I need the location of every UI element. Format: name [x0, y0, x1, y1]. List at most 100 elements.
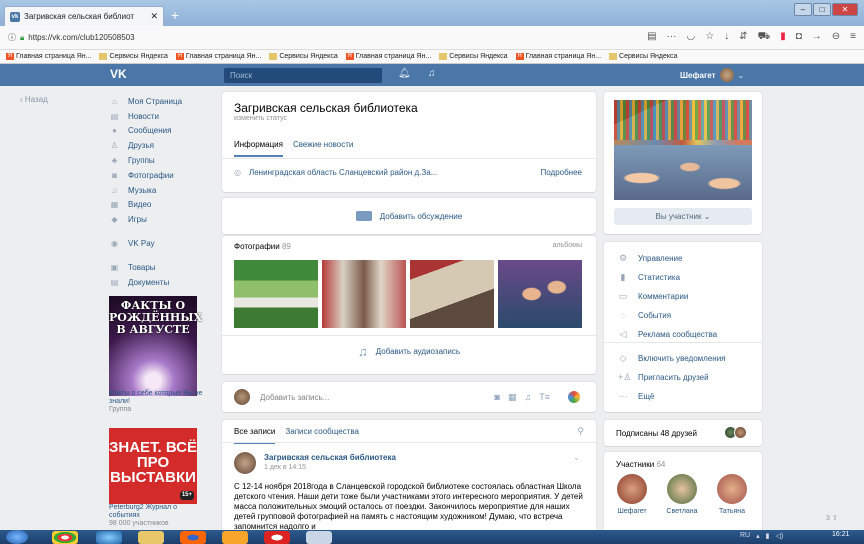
sidebar-item-3[interactable]: ♙ Друзья: [110, 138, 220, 153]
scroll-to-top[interactable]: 3 ⇧: [826, 514, 838, 522]
action-item-2[interactable]: ··· Ещё: [618, 391, 655, 401]
sidebar-item-8[interactable]: ◆ Игры: [110, 212, 220, 227]
video-icon[interactable]: ▦: [508, 392, 517, 403]
member-item[interactable]: Татьяна: [710, 474, 754, 515]
text-format-icon[interactable]: T≡: [539, 392, 550, 403]
post-input[interactable]: Добавить запись...: [260, 393, 329, 402]
app-taskbar-icon[interactable]: [222, 531, 248, 544]
sidebar-item-extra-0[interactable]: ▣ Товары: [110, 260, 220, 275]
camera-icon[interactable]: ◙: [495, 392, 500, 403]
ie-taskbar-icon[interactable]: [96, 531, 122, 544]
explorer-taskbar-icon[interactable]: [138, 531, 164, 544]
sidebar-item-2[interactable]: ● Сообщения: [110, 124, 220, 139]
bookmark-item[interactable]: Я Главная страница Ян...: [6, 53, 91, 60]
photo-thumb[interactable]: [322, 260, 406, 328]
tray-arrow-icon[interactable]: ▴: [756, 532, 760, 540]
vk-logo[interactable]: VK: [110, 67, 127, 81]
search-input[interactable]: Поиск: [224, 68, 382, 83]
ad-image-exhibitions[interactable]: ЗНАЕТ. ВСЁ ПРО ВЫСТАВКИ 15+: [109, 428, 197, 504]
sidebar-item-5[interactable]: ◙ Фотографии: [110, 168, 220, 183]
music-icon[interactable]: ♫: [525, 392, 532, 403]
app-taskbar-icon[interactable]: [264, 531, 290, 544]
ad-caption[interactable]: Факты о себе которые Вы не знали! Группа: [109, 390, 209, 414]
more-info-link[interactable]: Подробнее: [541, 168, 583, 177]
maximize-button[interactable]: □: [813, 3, 831, 16]
minimize-button[interactable]: –: [794, 3, 812, 16]
sidebar-item-0[interactable]: ⌂ Моя Страница: [110, 94, 220, 109]
forward-icon[interactable]: →: [812, 31, 822, 44]
add-audio-button[interactable]: ♫ Добавить аудиозапись: [222, 344, 596, 359]
start-button[interactable]: [6, 530, 28, 544]
post-date[interactable]: 1 дек в 14:15: [264, 464, 306, 471]
reader-icon[interactable]: ▤: [647, 31, 656, 44]
bookmark-item[interactable]: Сервисы Яндекса: [609, 53, 677, 60]
bookmark-item[interactable]: Я Главная страница Ян...: [175, 53, 261, 60]
search-icon[interactable]: ⚲: [577, 426, 584, 437]
photo-thumb[interactable]: [498, 260, 582, 328]
url-text[interactable]: https://vk.com/club120508503: [28, 33, 134, 42]
address-row[interactable]: ◎ Ленинградская область Сланцевский райо…: [234, 168, 437, 177]
friends-subscribed-label[interactable]: Подписаны 48 друзей: [616, 429, 697, 438]
tab-info[interactable]: Информация: [234, 140, 283, 157]
member-item[interactable]: Шефагет: [610, 474, 654, 515]
member-button[interactable]: Вы участник ⌄: [614, 208, 752, 225]
browser-tab[interactable]: vk Загривская сельская библиот ✕: [4, 6, 164, 26]
sidebar-item-vkpay[interactable]: ◉ VK Pay: [110, 236, 220, 251]
post-author-avatar[interactable]: [234, 452, 256, 474]
back-link[interactable]: ‹ Назад: [20, 95, 48, 104]
photos-header[interactable]: Фотографии 89: [234, 242, 291, 251]
photo-thumb[interactable]: [234, 260, 318, 328]
manage-item-1[interactable]: ▮ Статистика: [618, 272, 681, 283]
sync-icon[interactable]: ⇵: [739, 31, 747, 44]
member-item[interactable]: Светлана: [660, 474, 704, 515]
group-cover-photo[interactable]: [614, 100, 752, 200]
bookmark-item[interactable]: Сервисы Яндекса: [439, 53, 508, 60]
pocket-icon[interactable]: ◡: [687, 31, 696, 44]
screenshot-icon[interactable]: ◘: [796, 31, 802, 44]
ad-image-facts[interactable]: ФАКТЫ О РОЖДЁННЫХ В АВГУСТЕ: [109, 296, 202, 396]
manage-item-2[interactable]: ▭ Комментарии: [618, 291, 689, 302]
volume-icon[interactable]: ◁): [776, 532, 784, 540]
tab-news[interactable]: Свежие новости: [293, 140, 353, 157]
photo-thumb[interactable]: [410, 260, 494, 328]
cart-icon[interactable]: ⛟: [758, 31, 771, 44]
sidebar-item-4[interactable]: ♣ Группы: [110, 153, 220, 168]
settings-wheel-icon[interactable]: [568, 391, 580, 403]
address-bar[interactable]: ⓘ 🔒︎ https://vk.com/club120508503: [8, 30, 641, 46]
star-icon[interactable]: ☆: [705, 31, 714, 44]
download-icon[interactable]: ↓: [724, 31, 729, 44]
bookmark-item[interactable]: Я Главная страница Ян...: [515, 53, 601, 60]
sidebar-item-1[interactable]: ▤ Новости: [110, 109, 220, 124]
bookmark-item[interactable]: Сервисы Яндекса: [269, 53, 338, 60]
firefox-taskbar-icon[interactable]: [180, 531, 206, 544]
new-tab-button[interactable]: +: [166, 8, 184, 24]
status-edit-link[interactable]: изменить статус: [234, 115, 287, 122]
sidebar-item-7[interactable]: ▦ Видео: [110, 198, 220, 213]
manage-item-3[interactable]: ◌ События: [618, 310, 671, 320]
post-author[interactable]: Загривская сельская библиотека: [264, 453, 396, 462]
info-icon[interactable]: ⓘ: [8, 32, 16, 43]
manage-item-4[interactable]: ◁ Реклама сообщества: [618, 329, 718, 340]
close-window-button[interactable]: ✕: [832, 3, 858, 16]
chevron-down-icon[interactable]: ⌄: [573, 453, 580, 462]
action-item-1[interactable]: +♙ Пригласить друзей: [618, 372, 709, 383]
add-discussion-button[interactable]: Добавить обсуждение: [222, 198, 596, 234]
action-item-0[interactable]: ◇ Включить уведомления: [618, 353, 726, 364]
back-arrow-icon[interactable]: ⊖: [832, 31, 840, 44]
sidebar-item-6[interactable]: ♫ Музыка: [110, 183, 220, 198]
menu-dots-icon[interactable]: ···: [667, 31, 677, 44]
music-note-icon[interactable]: ♫: [428, 68, 436, 79]
clock[interactable]: 16:21: [832, 531, 850, 538]
tab-close-icon[interactable]: ✕: [150, 11, 158, 22]
sidebar-item-extra-1[interactable]: ▤ Документы: [110, 275, 220, 290]
manage-item-0[interactable]: ⚙ Управление: [618, 253, 683, 264]
ad-title[interactable]: Факты о себе которые Вы не знали!: [109, 390, 209, 406]
bookmark-item[interactable]: Сервисы Яндекса: [99, 53, 168, 60]
user-menu[interactable]: Шефагет ⌄: [680, 68, 744, 82]
hamburger-icon[interactable]: ≡: [850, 31, 856, 44]
chrome-taskbar-icon[interactable]: [52, 531, 78, 544]
bookmark-flag-icon[interactable]: ▮: [780, 31, 786, 44]
members-header[interactable]: Участники 64: [616, 460, 665, 469]
ad-caption[interactable]: Peterburg2 Журнал о событиях 98 000 учас…: [109, 504, 209, 528]
app-taskbar-icon[interactable]: [306, 531, 332, 544]
